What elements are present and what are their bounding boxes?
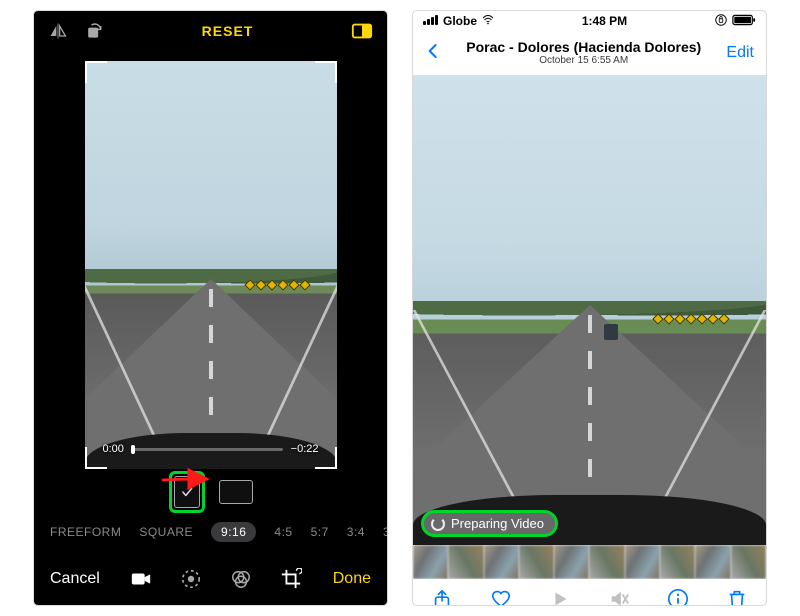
timestamp-subtitle: October 15 6:55 AM	[466, 55, 701, 67]
video-tab-icon[interactable]	[130, 568, 152, 590]
signal-icon	[423, 14, 439, 28]
flip-horizontal-icon[interactable]	[48, 21, 68, 41]
status-bar: Globe 1:48 PM	[413, 11, 766, 31]
rotate-icon[interactable]	[84, 21, 104, 41]
battery-icon	[732, 14, 756, 29]
ratio-3-5[interactable]: 3:5	[383, 525, 387, 539]
crop-handle-tl[interactable]	[85, 61, 107, 83]
media-viewport[interactable]: Preparing Video	[413, 75, 766, 545]
orientation-landscape-button[interactable]	[219, 480, 253, 504]
mute-icon[interactable]	[608, 588, 630, 607]
thumbnail-strip[interactable]	[413, 545, 766, 579]
orientation-row	[34, 469, 387, 515]
ratio-square[interactable]: SQUARE	[139, 525, 193, 539]
ratio-freeform[interactable]: FREEFORM	[50, 525, 121, 539]
favorite-icon[interactable]	[490, 588, 512, 607]
highlight-portrait	[169, 471, 205, 513]
done-button[interactable]: Done	[333, 570, 371, 588]
aspect-ratio-strip[interactable]: FREEFORM SQUARE 9:16 4:5 5:7 3:4 3:5	[34, 515, 387, 549]
back-button[interactable]	[425, 40, 441, 67]
ratio-5-7[interactable]: 5:7	[311, 525, 329, 539]
aspect-ratio-icon[interactable]	[351, 20, 373, 42]
reset-button[interactable]: RESET	[202, 23, 254, 39]
adjust-tab-icon[interactable]	[180, 568, 202, 590]
location-title: Porac - Dolores (Hacienda Dolores)	[466, 39, 701, 55]
crop-tab-icon[interactable]	[280, 568, 302, 590]
preparing-video-pill: Preparing Video	[423, 512, 556, 535]
trash-icon[interactable]	[726, 588, 748, 607]
editor-topbar: RESET	[34, 11, 387, 51]
clock-label: 1:48 PM	[582, 14, 627, 28]
filters-tab-icon[interactable]	[230, 568, 252, 590]
info-icon[interactable]	[667, 588, 689, 607]
orientation-portrait-button[interactable]	[174, 476, 200, 508]
preparing-label: Preparing Video	[451, 516, 544, 531]
viewer-toolbar	[413, 579, 766, 606]
video-scrubber[interactable]: 0:00 −0:22	[103, 443, 319, 455]
viewer-screen: Globe 1:48 PM Porac - Dolores (Hacienda …	[412, 10, 767, 606]
editor-bottombar: Cancel Done	[34, 553, 387, 605]
spinner-icon	[431, 517, 445, 531]
time-current: 0:00	[103, 443, 124, 455]
orientation-lock-icon	[714, 13, 728, 30]
wifi-icon	[481, 14, 495, 29]
edit-button[interactable]: Edit	[726, 44, 754, 62]
play-icon[interactable]	[549, 588, 571, 607]
scrubber-track[interactable]	[132, 448, 283, 451]
carrier-label: Globe	[443, 14, 477, 28]
editor-screen: RESET 0:00 −0:22	[33, 10, 388, 606]
ratio-9-16[interactable]: 9:16	[211, 522, 256, 542]
time-remaining: −0:22	[291, 443, 319, 455]
nav-bar: Porac - Dolores (Hacienda Dolores) Octob…	[413, 31, 766, 75]
cancel-button[interactable]: Cancel	[50, 570, 100, 588]
video-frame	[85, 61, 337, 469]
crop-handle-tr[interactable]	[315, 61, 337, 83]
ratio-3-4[interactable]: 3:4	[347, 525, 365, 539]
video-frame	[413, 75, 766, 545]
share-icon[interactable]	[431, 588, 453, 607]
ratio-4-5[interactable]: 4:5	[274, 525, 292, 539]
crop-canvas[interactable]: 0:00 −0:22	[85, 61, 337, 469]
